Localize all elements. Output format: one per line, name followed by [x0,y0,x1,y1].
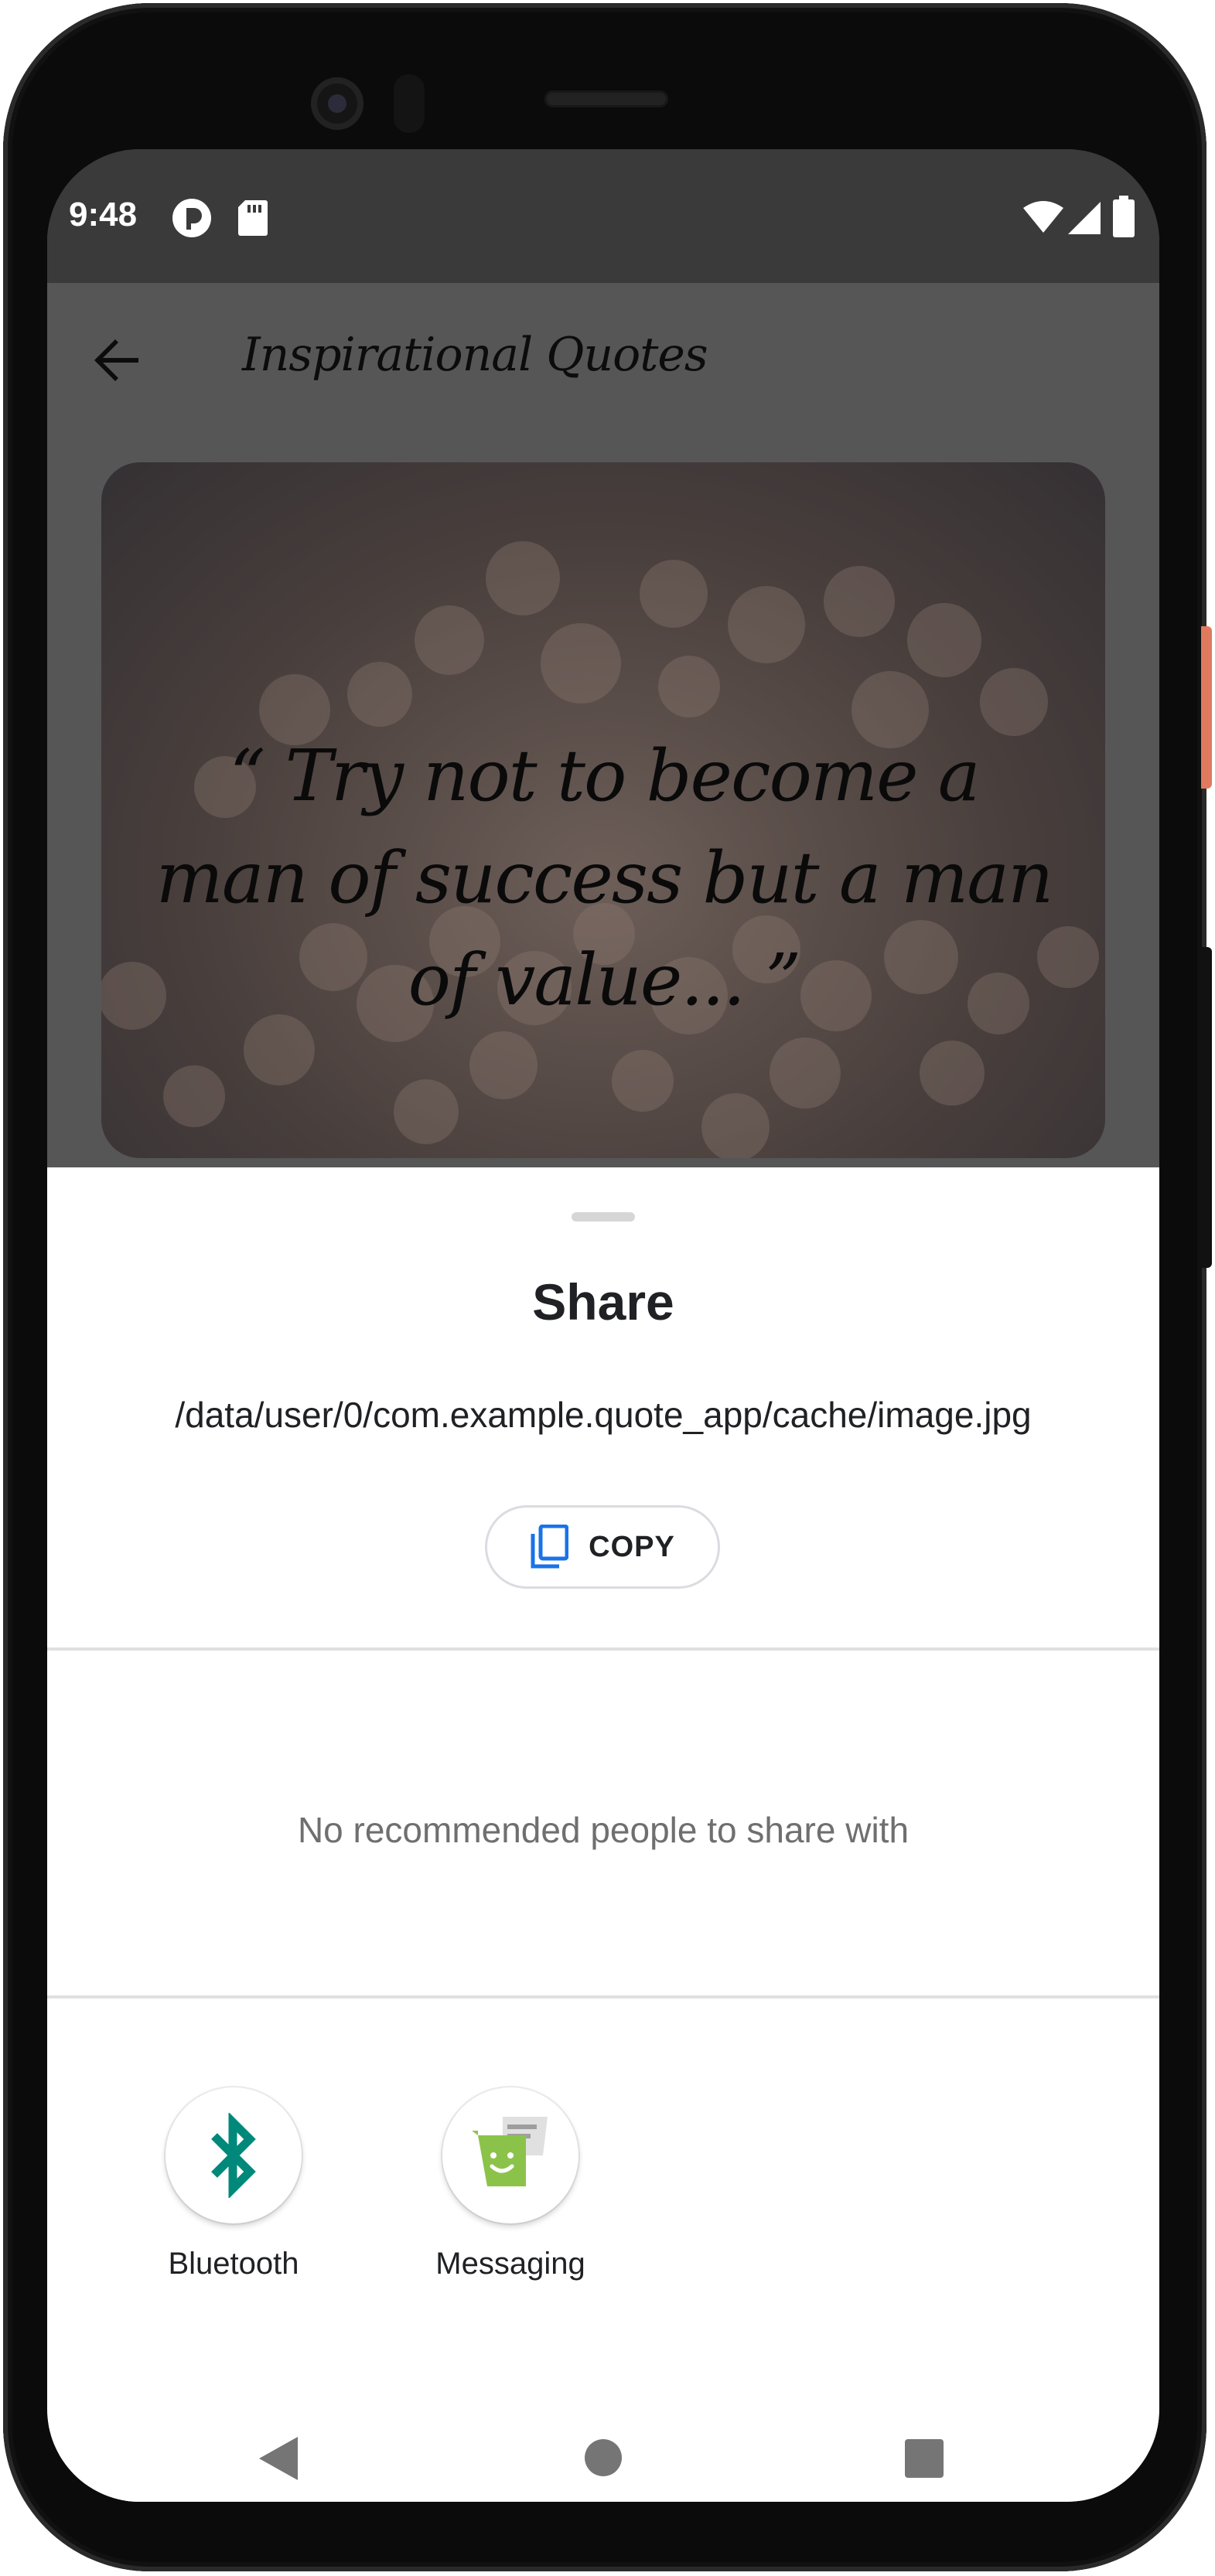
divider [47,1647,1159,1651]
back-triangle-icon[interactable] [258,2435,299,2486]
proximity-sensor [394,74,425,133]
share-target-label: Messaging [435,2247,585,2281]
wifi-icon [1022,200,1065,238]
earpiece-speaker [544,90,668,107]
navigation-bar [47,2424,1159,2502]
copy-label: COPY [589,1530,675,1563]
battery-icon [1113,196,1135,241]
home-circle-icon[interactable] [583,2438,623,2482]
shared-file-path: /data/user/0/com.example.quote_app/cache… [175,1395,1032,1435]
share-target-label: Bluetooth [168,2247,299,2281]
sd-card-icon [237,199,268,241]
power-button [1201,626,1212,789]
share-sheet: Share /data/user/0/com.example.quote_app… [47,1167,1159,2502]
recents-square-icon[interactable] [904,2438,944,2482]
share-title: Share [532,1273,674,1331]
volume-button [1201,947,1212,1268]
status-bar: 9:48 [47,149,1159,283]
messaging-icon [472,2117,548,2186]
drag-handle[interactable] [572,1212,635,1222]
no-recommended-people-text: No recommended people to share with [297,1810,910,1850]
bluetooth-icon [211,2113,256,2198]
copy-button[interactable]: COPY [485,1505,720,1589]
quote-card: “ Try not to become a man of success but… [101,462,1105,1158]
app-notification-icon [171,197,213,243]
status-time: 9:48 [69,196,138,233]
divider [47,1995,1159,1998]
front-camera [311,77,363,130]
back-button[interactable] [86,329,148,391]
copy-icon [531,1525,569,1569]
signal-icon [1067,200,1102,240]
arrow-back-icon [94,339,138,381]
page-title: Inspirational Quotes [242,328,708,382]
quote-text: “ Try not to become a man of success but… [155,734,1054,1021]
share-target-messaging[interactable]: Messaging [394,2087,626,2281]
app-bar: Inspirational Quotes [47,283,1159,430]
device-screen: 9:48 Inspirational Quotes “ Try not to b… [47,149,1159,2502]
share-target-bluetooth[interactable]: Bluetooth [118,2087,350,2281]
